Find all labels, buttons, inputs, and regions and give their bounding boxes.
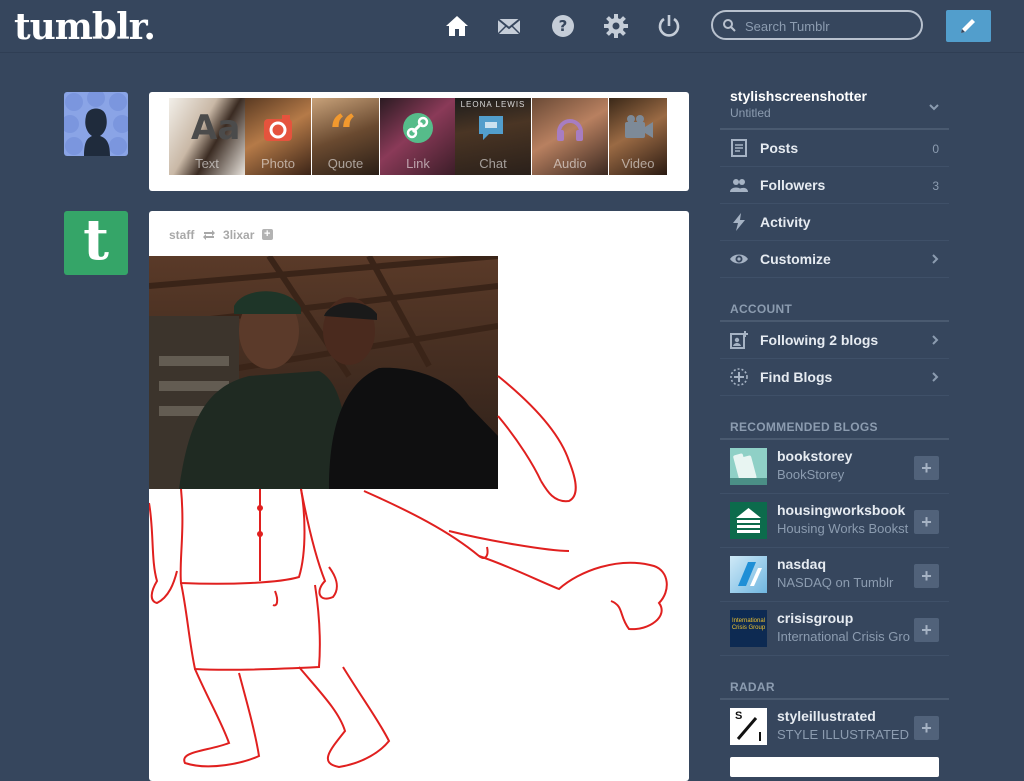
search-input[interactable]: [743, 16, 917, 36]
blog-name: housingworksbook: [777, 502, 906, 518]
follow-button[interactable]: +: [914, 456, 939, 480]
sidebar-item-following[interactable]: Following 2 blogs: [720, 322, 949, 359]
follow-button[interactable]: +: [914, 564, 939, 588]
red-sketch-drawing: [149, 375, 668, 769]
blog-title: International Crisis Gro: [777, 629, 910, 644]
help-icon[interactable]: ?: [551, 14, 575, 38]
chevron-right-icon: [932, 254, 939, 264]
blog-title: BookStorey: [777, 467, 845, 482]
following-icon: [730, 331, 748, 349]
tumblr-logo[interactable]: tumblr.: [14, 6, 156, 48]
svg-text:?: ?: [559, 17, 568, 35]
blog-selector[interactable]: stylishscreenshotter Untitled: [720, 80, 949, 128]
eye-icon: [730, 254, 748, 264]
sidebar-item-customize[interactable]: Customize: [720, 241, 949, 278]
blog-title: STYLE ILLUSTRATED: [777, 727, 909, 742]
chevron-down-icon: [929, 104, 939, 111]
posts-count: 0: [932, 142, 939, 156]
album-cover-text: LEONA LEWIS: [460, 100, 526, 109]
nasdaq-avatar: [730, 556, 767, 593]
link-icon: [402, 112, 434, 144]
follow-button[interactable]: +: [914, 510, 939, 534]
compass-icon: [730, 368, 748, 386]
follow-button[interactable]: +: [914, 618, 939, 642]
post-video-button[interactable]: Video: [609, 98, 667, 175]
blog-name: crisisgroup: [777, 610, 854, 626]
chevron-right-icon: [932, 335, 939, 345]
sidebar-item-followers[interactable]: Followers 3: [720, 167, 949, 204]
recommended-blog-item[interactable]: nasdaq NASDAQ on Tumblr +: [720, 548, 949, 602]
pencil-icon: [961, 19, 975, 33]
post-quote-button[interactable]: “ Quote: [312, 98, 379, 175]
recommended-blog-item[interactable]: bookstorey BookStorey +: [720, 440, 949, 494]
radar-blog-item[interactable]: S styleillustrated STYLE ILLUSTRATED +: [720, 700, 949, 753]
post-form: Aa Text Photo “ Quote Link LEONA LEWIS C…: [149, 92, 689, 191]
sidebar-item-activity[interactable]: Activity: [720, 204, 949, 241]
video-camera-icon: [623, 112, 655, 144]
power-icon[interactable]: [657, 14, 681, 38]
blog-subtitle: Untitled: [730, 106, 771, 120]
gear-icon[interactable]: [604, 14, 628, 38]
compose-button[interactable]: [946, 10, 991, 42]
radar-section-title: RADAR: [730, 680, 775, 694]
post-chat-button[interactable]: LEONA LEWIS Chat: [455, 98, 531, 175]
blog-name: nasdaq: [777, 556, 827, 572]
blog-title: Housing Works Bookst: [777, 521, 909, 536]
housingworks-avatar: [730, 502, 767, 539]
sidebar-item-posts[interactable]: Posts 0: [720, 130, 949, 167]
follow-button[interactable]: +: [914, 716, 939, 740]
search-icon: [723, 19, 736, 32]
account-section-title: ACCOUNT: [730, 302, 793, 316]
recommended-section-title: RECOMMENDED BLOGS: [730, 420, 878, 434]
recommended-blog-item[interactable]: International Crisis Group crisisgroup I…: [720, 602, 949, 656]
mail-icon[interactable]: [497, 14, 521, 38]
top-bar: tumblr. ?: [0, 0, 1024, 53]
staff-avatar[interactable]: t: [64, 211, 128, 275]
chat-icon: [477, 112, 509, 144]
bookstorey-avatar: [730, 448, 767, 485]
followers-icon: [730, 179, 748, 192]
sidebar-item-find-blogs[interactable]: Find Blogs: [720, 359, 949, 396]
blog-name: styleillustrated: [777, 708, 876, 724]
quote-icon: “: [329, 105, 357, 161]
home-icon[interactable]: [445, 14, 469, 38]
blog-title: NASDAQ on Tumblr: [777, 575, 894, 590]
lightning-icon: [733, 213, 745, 231]
blog-name: bookstorey: [777, 448, 853, 464]
post-photo-button[interactable]: Photo: [245, 98, 311, 175]
user-avatar[interactable]: [64, 92, 128, 156]
search-box[interactable]: [711, 10, 923, 40]
followers-count: 3: [932, 179, 939, 193]
styleillustrated-avatar: S: [730, 708, 767, 745]
camera-icon: [262, 112, 294, 144]
post-link-button[interactable]: Link: [380, 98, 456, 175]
post-audio-button[interactable]: Audio: [532, 98, 608, 175]
recommended-blog-item[interactable]: housingworksbook Housing Works Bookst +: [720, 494, 949, 548]
posts-icon: [731, 139, 747, 157]
text-icon: Aa: [191, 108, 241, 148]
radar-post-card[interactable]: [730, 757, 939, 777]
blog-name: stylishscreenshotter: [730, 88, 867, 104]
post-text-button[interactable]: Aa Text: [169, 98, 245, 175]
headphones-icon: [554, 112, 586, 144]
dashboard-post: staff 3lixar +: [149, 211, 689, 781]
chevron-right-icon: [932, 372, 939, 382]
crisisgroup-avatar: International Crisis Group: [730, 610, 767, 647]
